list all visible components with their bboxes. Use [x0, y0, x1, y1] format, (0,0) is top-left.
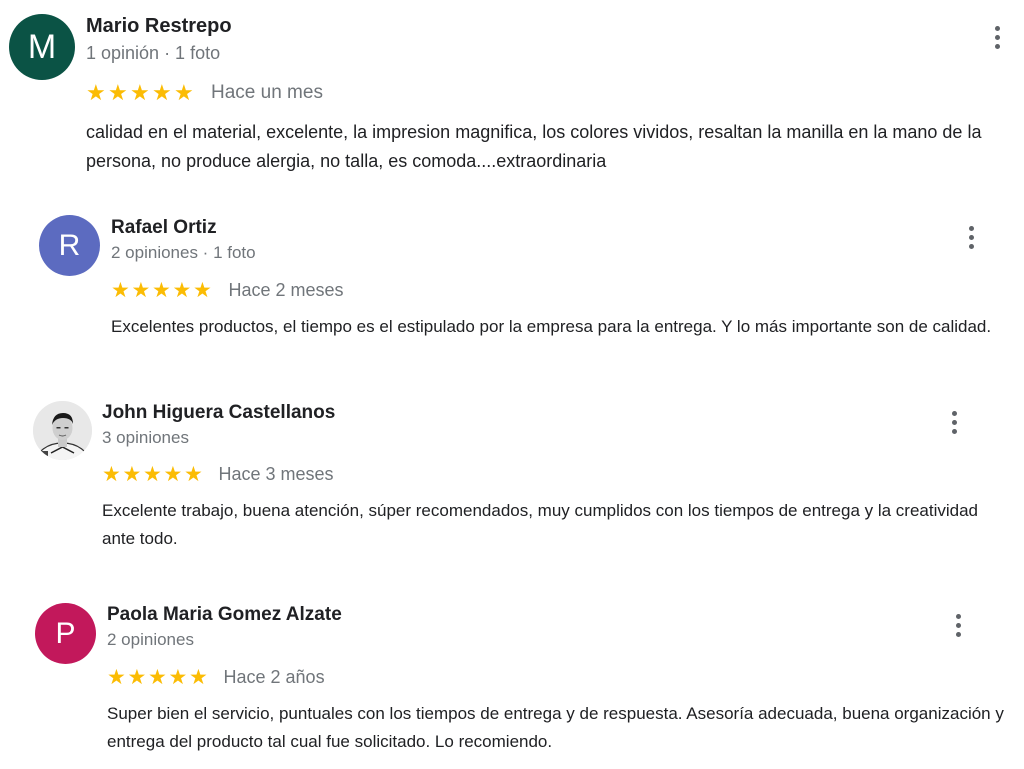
avatar-letter: R	[58, 228, 81, 262]
avatar[interactable]: R	[39, 215, 100, 276]
star-icon: ★	[163, 463, 183, 486]
star-icon: ★	[111, 279, 130, 302]
avatar-letter: P	[55, 616, 76, 650]
star-icon: ★	[122, 463, 142, 486]
star-icon: ★	[102, 463, 121, 486]
avatar[interactable]: P	[35, 603, 96, 664]
star-icon: ★	[189, 666, 208, 689]
review-text: Super bien el servicio, puntuales con lo…	[107, 704, 1004, 751]
star-icon: ★	[86, 80, 106, 105]
stars-icon: ★ ★ ★ ★ ★	[107, 665, 210, 690]
star-rating: ★ ★ ★ ★ ★ Hace 2 años	[107, 665, 325, 690]
star-rating: ★ ★ ★ ★ ★ Hace un mes	[86, 80, 323, 106]
star-icon: ★	[131, 279, 151, 302]
review-date: Hace 3 meses	[218, 464, 334, 484]
review-date: Hace 2 años	[223, 667, 325, 687]
star-icon: ★	[193, 279, 212, 302]
reviewer-meta: 2 opiniones	[107, 630, 194, 649]
more-vert-icon[interactable]	[944, 407, 964, 437]
star-rating: ★ ★ ★ ★ ★ Hace 3 meses	[102, 462, 334, 487]
review-text: Excelente trabajo, buena atención, súper…	[102, 501, 979, 548]
stars-icon: ★ ★ ★ ★ ★	[86, 80, 196, 106]
more-vert-icon[interactable]	[948, 610, 968, 640]
stars-icon: ★ ★ ★ ★ ★	[111, 278, 214, 303]
star-icon: ★	[148, 666, 167, 689]
reviewer-meta: 3 opiniones	[102, 428, 189, 447]
profile-photo-icon	[33, 401, 92, 460]
star-icon: ★	[152, 80, 172, 105]
reviewer-name[interactable]: John Higuera Castellanos	[102, 402, 335, 424]
avatar[interactable]	[33, 401, 92, 460]
review-date: Hace 2 meses	[228, 280, 344, 300]
star-icon: ★	[143, 463, 162, 486]
star-rating: ★ ★ ★ ★ ★ Hace 2 meses	[111, 278, 344, 303]
star-icon: ★	[174, 80, 194, 105]
reviewer-name[interactable]: Rafael Ortiz	[111, 217, 217, 239]
star-icon: ★	[184, 463, 203, 486]
reviewer-meta: 2 opiniones · 1 foto	[111, 243, 256, 262]
star-icon: ★	[172, 279, 192, 302]
star-icon: ★	[108, 80, 128, 105]
reviewer-name[interactable]: Paola Maria Gomez Alzate	[107, 604, 342, 626]
star-icon: ★	[168, 666, 188, 689]
review-date: Hace un mes	[211, 82, 323, 103]
stars-icon: ★ ★ ★ ★ ★	[102, 462, 205, 487]
review-text: Excelentes productos, el tiempo es el es…	[111, 317, 992, 336]
star-icon: ★	[152, 279, 171, 302]
avatar-letter: M	[27, 27, 57, 66]
reviewer-name[interactable]: Mario Restrepo	[86, 15, 232, 38]
star-icon: ★	[130, 80, 150, 105]
more-vert-icon[interactable]	[987, 22, 1007, 52]
review-text: calidad en el material, excelente, la im…	[86, 122, 982, 171]
avatar[interactable]: M	[9, 14, 75, 80]
more-vert-icon[interactable]	[961, 222, 981, 252]
star-icon: ★	[107, 666, 126, 689]
star-icon: ★	[127, 666, 147, 689]
reviewer-meta: 1 opinión · 1 foto	[86, 43, 221, 63]
